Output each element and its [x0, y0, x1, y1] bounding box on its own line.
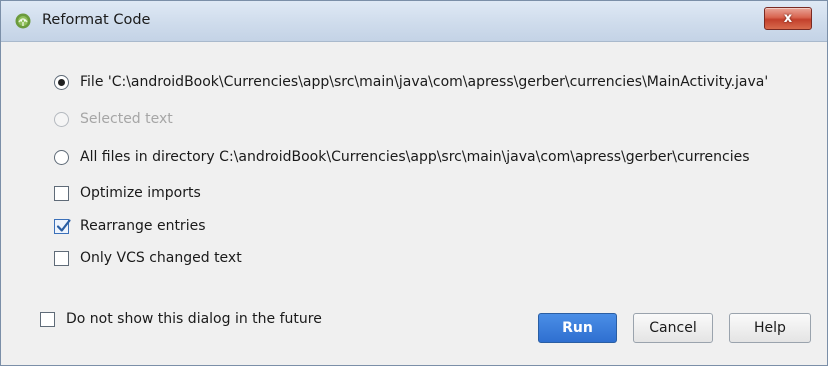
file-radio[interactable]: [54, 74, 69, 90]
selected-text-label: Selected text: [80, 111, 173, 127]
rearrange-entries-label: Rearrange entries: [80, 218, 206, 234]
reformat-code-dialog: Reformat Code x File 'C:\androidBook\Cur…: [0, 0, 828, 366]
optimize-imports-label: Optimize imports: [80, 185, 201, 201]
run-button[interactable]: Run: [538, 313, 617, 343]
dialog-title: Reformat Code: [42, 12, 151, 28]
file-option-label: File 'C:\androidBook\Currencies\app\src\…: [80, 74, 769, 90]
close-icon: x: [783, 11, 793, 26]
only-vcs-changed-label: Only VCS changed text: [80, 250, 242, 266]
scope-selected-text-option: Selected text: [54, 108, 173, 130]
optimize-imports-option[interactable]: Optimize imports: [54, 182, 201, 204]
do-not-show-checkbox[interactable]: [40, 311, 55, 327]
selected-text-radio: [54, 111, 69, 127]
do-not-show-option[interactable]: Do not show this dialog in the future: [40, 308, 322, 330]
close-button[interactable]: x: [764, 7, 812, 30]
checkmark-icon: [56, 218, 71, 232]
title-bar: Reformat Code x: [1, 1, 827, 42]
only-vcs-changed-option[interactable]: Only VCS changed text: [54, 247, 242, 269]
optimize-imports-checkbox[interactable]: [54, 185, 69, 201]
cancel-button[interactable]: Cancel: [633, 313, 713, 343]
do-not-show-label: Do not show this dialog in the future: [66, 311, 322, 327]
directory-option-label: All files in directory C:\androidBook\Cu…: [80, 149, 750, 165]
rearrange-entries-checkbox[interactable]: [54, 218, 71, 234]
rearrange-entries-option[interactable]: Rearrange entries: [54, 215, 206, 237]
scope-directory-option[interactable]: All files in directory C:\androidBook\Cu…: [54, 146, 750, 168]
help-button[interactable]: Help: [729, 313, 811, 343]
android-studio-icon: [15, 13, 31, 29]
only-vcs-changed-checkbox[interactable]: [54, 250, 69, 266]
scope-file-option[interactable]: File 'C:\androidBook\Currencies\app\src\…: [54, 71, 768, 93]
directory-radio[interactable]: [54, 149, 69, 165]
